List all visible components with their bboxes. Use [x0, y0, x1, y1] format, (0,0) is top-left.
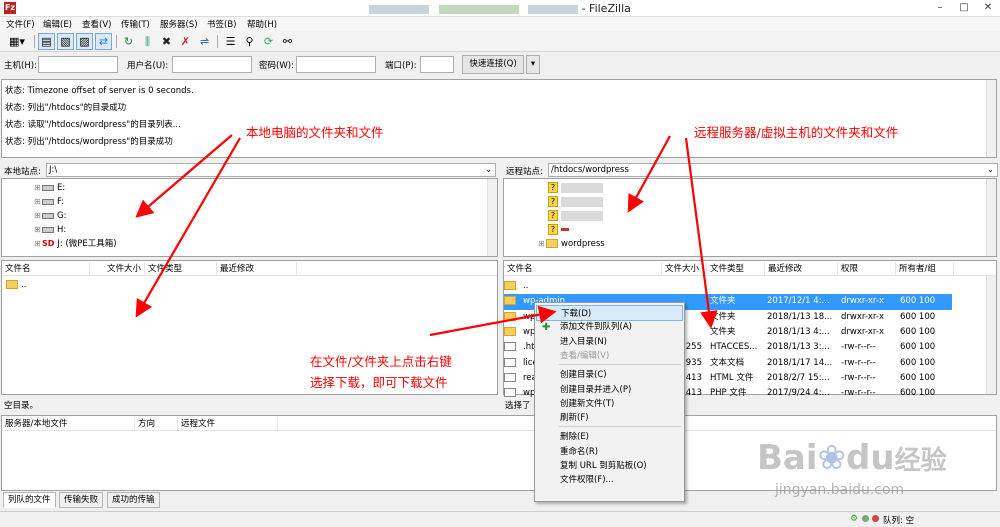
watermark-brand2: du: [846, 438, 895, 478]
watermark-url: jingyan.baidu.com: [775, 482, 905, 498]
annotation-remote: 远程服务器/虚拟主机的文件夹和文件: [694, 125, 899, 140]
baidu-watermark-logo: Bai❀du经验: [757, 438, 947, 478]
annotation-local: 本地电脑的文件夹和文件: [246, 125, 384, 140]
arrow-to-local-list: [135, 137, 241, 318]
watermark-cn: 经验: [894, 446, 947, 476]
watermark-brand: Bai: [757, 438, 818, 478]
arrow-to-download: [429, 305, 557, 337]
annotation-instruction-2: 选择下载，即可下载文件: [310, 375, 448, 390]
paw-icon: ❀: [817, 438, 847, 478]
arrow-to-remote-tree: [627, 135, 671, 213]
arrow-to-remote-list: [684, 137, 718, 329]
annotation-instruction-1: 在文件/文件夹上点击右键: [310, 354, 452, 369]
